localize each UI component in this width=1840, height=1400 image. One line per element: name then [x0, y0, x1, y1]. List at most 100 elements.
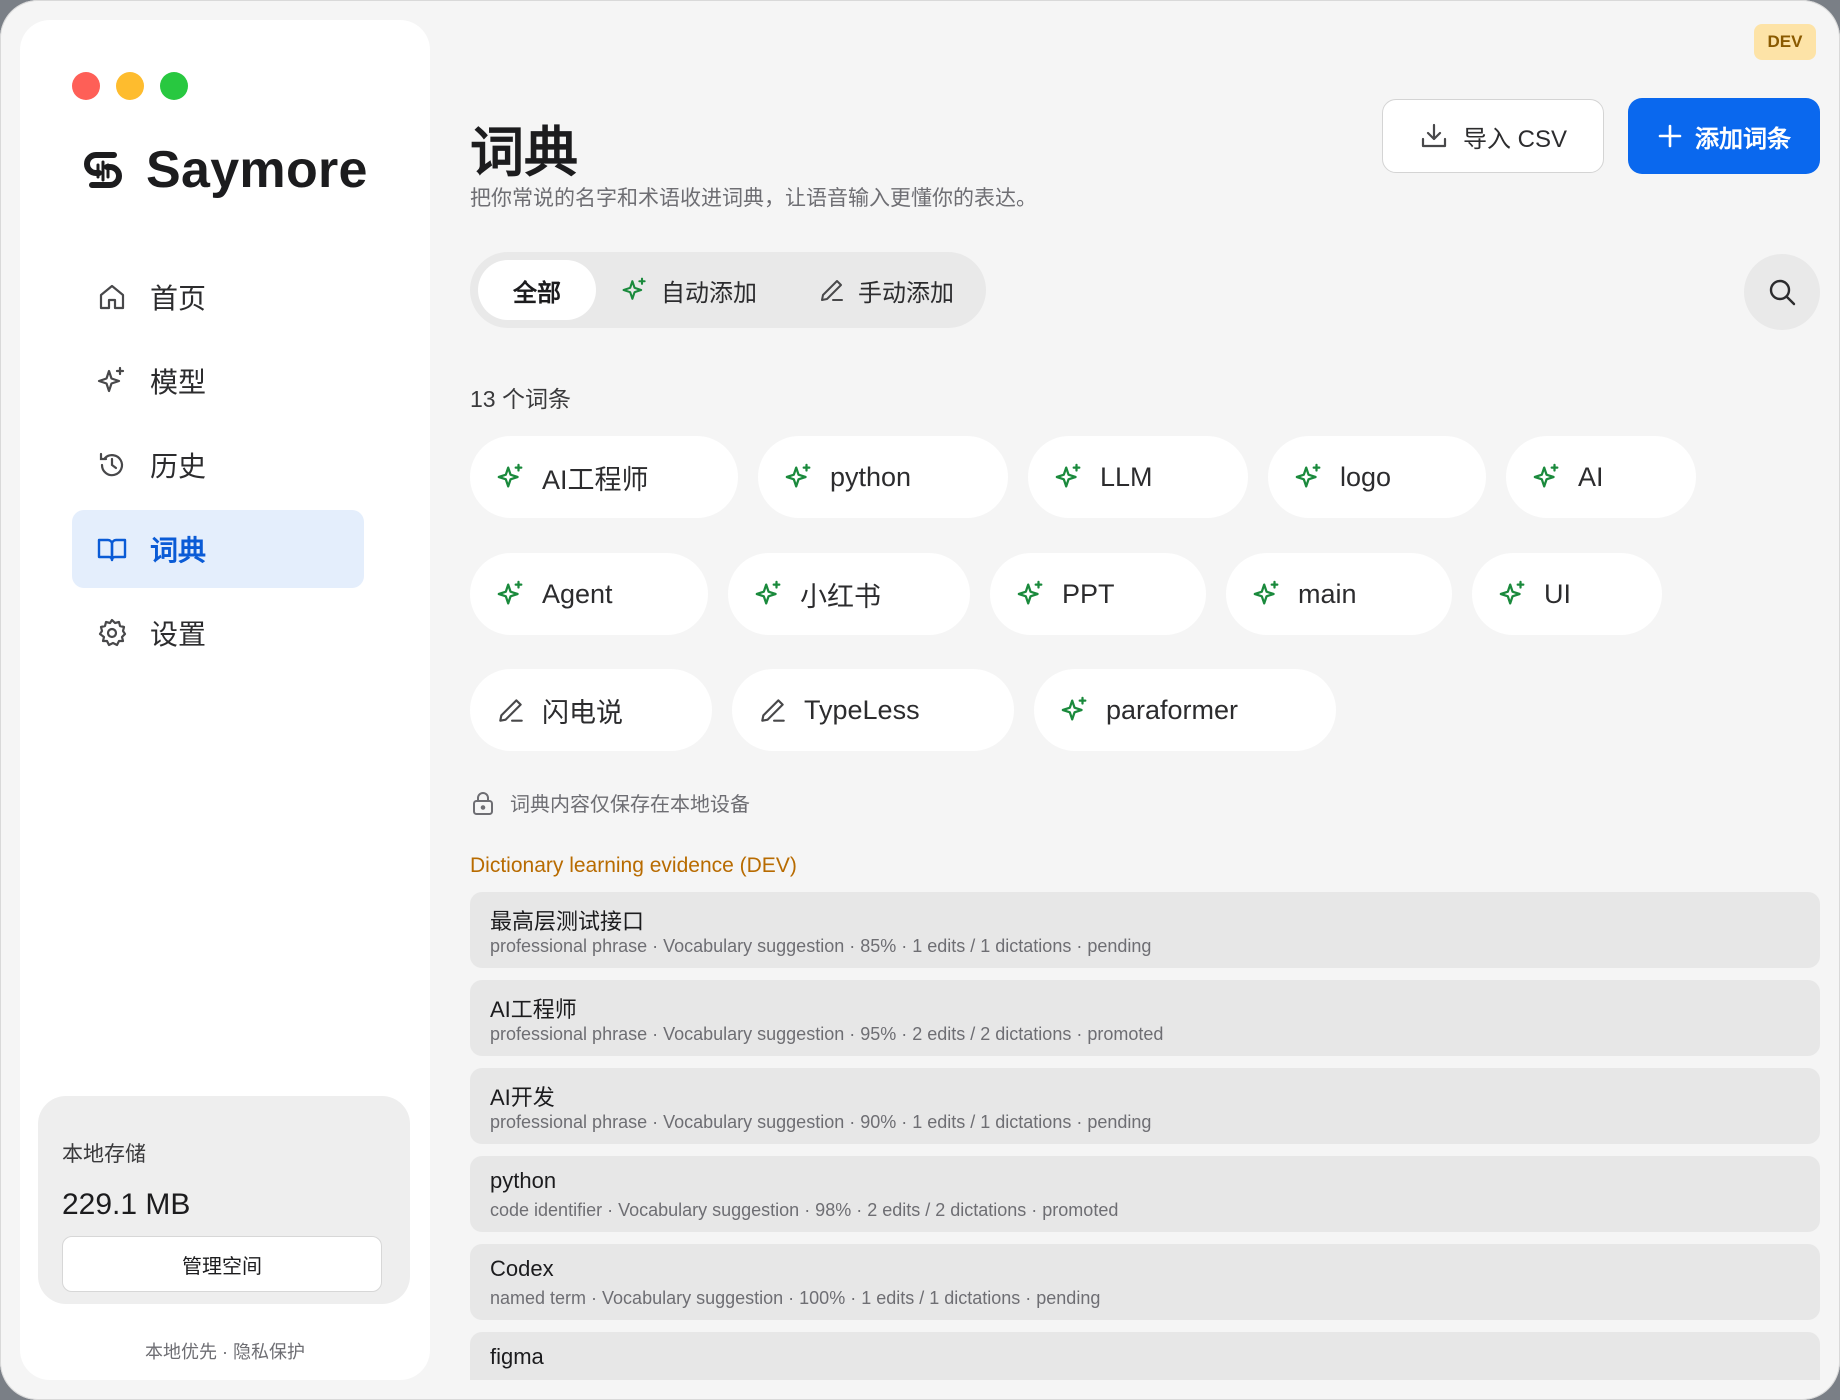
evidence-term: AI开发	[490, 1085, 555, 1110]
pencil-icon	[761, 699, 785, 722]
window-controls	[72, 72, 188, 100]
zoom-window-button[interactable]	[160, 72, 188, 100]
term-label: Agent	[542, 578, 613, 609]
sidebar-item-dictionary[interactable]: 词典	[72, 510, 364, 588]
evidence-row: Codex named term · Vocabulary suggestion…	[470, 1244, 1820, 1320]
term-label: logo	[1340, 461, 1392, 492]
tab-label: 手动添加	[858, 279, 954, 307]
sparkle-icon	[1061, 696, 1087, 721]
term-label: AI	[1578, 461, 1604, 492]
term-label: AI工程师	[542, 464, 649, 495]
tab-all[interactable]: 全部	[478, 260, 596, 320]
local-note-text: 词典内容仅保存在本地设备	[510, 794, 750, 816]
storage-title: 本地存储	[62, 1143, 146, 1166]
evidence-row: AI开发 professional phrase · Vocabulary su…	[470, 1068, 1820, 1144]
term-label: python	[830, 461, 912, 492]
term-count: 13 个词条	[470, 386, 571, 412]
filter-tabs: 全部 自动添加 手动添加	[470, 252, 986, 328]
term-label: TypeLess	[804, 694, 920, 725]
gear-icon	[98, 618, 127, 647]
sidebar-item-settings[interactable]: 设置	[72, 594, 364, 672]
term-label: LLM	[1100, 461, 1153, 492]
sparkle-icon	[497, 580, 523, 605]
evidence-meta: professional phrase · Vocabulary suggest…	[490, 936, 1152, 956]
sparkle-icon	[1533, 463, 1559, 488]
sidebar-item-label: 词典	[150, 535, 207, 566]
evidence-row: python code identifier · Vocabulary sugg…	[470, 1156, 1820, 1232]
sparkle-icon	[622, 277, 646, 300]
evidence-meta: professional phrase · Vocabulary suggest…	[490, 1112, 1152, 1132]
term-chip[interactable]: AI工程师	[470, 436, 738, 518]
term-label: UI	[1544, 578, 1571, 609]
import-csv-button[interactable]: 导入 CSV	[1382, 99, 1604, 173]
home-icon	[99, 284, 125, 310]
sidebar-item-label: 历史	[150, 451, 207, 482]
brand: Saymore	[78, 140, 368, 200]
sparkle-icon	[497, 463, 523, 488]
tab-label: 自动添加	[661, 279, 757, 307]
plus-icon	[1658, 124, 1682, 148]
term-chip[interactable]: TypeLess	[732, 669, 1014, 751]
term-label: paraformer	[1106, 694, 1239, 725]
sparkle-icon	[97, 366, 125, 393]
term-chip[interactable]: 小红书	[728, 553, 970, 635]
term-chip[interactable]: AI	[1506, 436, 1696, 518]
sparkle-icon	[1017, 580, 1043, 605]
term-chip[interactable]: main	[1226, 553, 1452, 635]
page-subtitle: 把你常说的名字和术语收进词典，让语音输入更懂你的表达。	[470, 187, 1037, 210]
storage-card: 本地存储 229.1 MB 管理空间	[38, 1096, 410, 1304]
manage-storage-button[interactable]: 管理空间	[62, 1236, 382, 1292]
lock-icon	[473, 791, 493, 815]
tab-manual-added[interactable]: 手动添加	[806, 260, 966, 320]
sparkle-icon	[1253, 580, 1279, 605]
add-term-button[interactable]: 添加词条	[1628, 98, 1820, 174]
term-chip[interactable]: Agent	[470, 553, 708, 635]
page-title: 词典	[470, 123, 578, 183]
search-button[interactable]	[1744, 254, 1820, 330]
minimize-window-button[interactable]	[116, 72, 144, 100]
sparkle-icon	[785, 463, 811, 488]
sparkle-icon	[1055, 463, 1081, 488]
sidebar-item-label: 设置	[150, 619, 207, 650]
evidence-term: Codex	[490, 1256, 554, 1281]
sidebar-item-history[interactable]: 历史	[72, 426, 364, 504]
term-chip[interactable]: logo	[1268, 436, 1486, 518]
add-term-label: 添加词条	[1695, 125, 1791, 153]
app-name: Saymore	[146, 141, 368, 199]
storage-size: 229.1 MB	[62, 1188, 191, 1221]
term-label: 闪电说	[542, 697, 623, 728]
import-csv-label: 导入 CSV	[1462, 125, 1567, 153]
term-chip[interactable]: UI	[1472, 553, 1662, 635]
term-label: PPT	[1062, 578, 1115, 609]
pencil-icon	[499, 699, 523, 722]
evidence-row: AI工程师 professional phrase · Vocabulary s…	[470, 980, 1820, 1056]
search-icon	[1769, 279, 1796, 306]
sidebar-nav: 首页 模型 历史 词典 设置	[72, 258, 364, 678]
evidence-section-title: Dictionary learning evidence (DEV)	[470, 854, 797, 877]
evidence-list[interactable]: 最高层测试接口 professional phrase · Vocabulary…	[470, 892, 1820, 1380]
local-storage-note: 词典内容仅保存在本地设备	[470, 788, 750, 817]
evidence-meta: code identifier · Vocabulary suggestion …	[490, 1200, 1119, 1220]
download-icon	[1421, 123, 1447, 148]
sidebar-item-home[interactable]: 首页	[72, 258, 364, 336]
sparkle-icon	[755, 580, 781, 605]
sparkle-icon	[1295, 463, 1321, 488]
term-chip[interactable]: LLM	[1028, 436, 1248, 518]
term-chip[interactable]: python	[758, 436, 1008, 518]
tab-auto-added[interactable]: 自动添加	[612, 260, 766, 320]
evidence-meta: named term · Vocabulary suggestion · 100…	[490, 1288, 1101, 1308]
term-chip[interactable]: 闪电说	[470, 669, 712, 751]
term-chip[interactable]: PPT	[990, 553, 1206, 635]
pencil-icon	[821, 280, 843, 301]
sidebar-item-models[interactable]: 模型	[72, 342, 364, 420]
term-chip[interactable]: paraformer	[1034, 669, 1336, 751]
dev-badge: DEV	[1754, 24, 1816, 60]
tab-label: 全部	[513, 279, 561, 307]
evidence-row: figma	[470, 1332, 1820, 1380]
history-icon	[99, 452, 124, 477]
close-window-button[interactable]	[72, 72, 100, 100]
sidebar: Saymore 首页 模型 历史 词典 设置 本地存储 229.1 MB 管理空…	[20, 20, 430, 1380]
evidence-row: 最高层测试接口 professional phrase · Vocabulary…	[470, 892, 1820, 968]
evidence-term: python	[490, 1168, 557, 1193]
app-window: Saymore 首页 模型 历史 词典 设置 本地存储 229.1 MB 管理空…	[0, 0, 1840, 1400]
